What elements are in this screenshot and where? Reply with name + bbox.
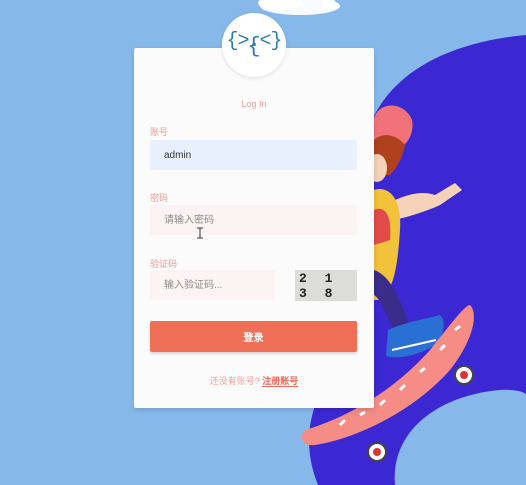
password-label: 密码	[150, 193, 169, 203]
register-hint: 还没有账号?	[209, 376, 260, 386]
login-title: Log In	[241, 99, 267, 109]
register-link[interactable]: 注册账号	[262, 376, 299, 387]
captcha-input[interactable]	[150, 270, 275, 300]
text-cursor-icon	[197, 227, 203, 239]
logo-text: {>.<}	[226, 30, 282, 53]
login-button[interactable]: 登录	[150, 321, 357, 352]
account-input[interactable]	[150, 140, 357, 170]
password-input[interactable]	[150, 205, 357, 235]
captcha-label: 验证码	[150, 259, 178, 269]
captcha-image[interactable]: 2 1 3 8	[295, 270, 357, 301]
register-prompt: 还没有账号? 注册账号	[134, 374, 374, 387]
account-label: 账号	[150, 127, 169, 137]
